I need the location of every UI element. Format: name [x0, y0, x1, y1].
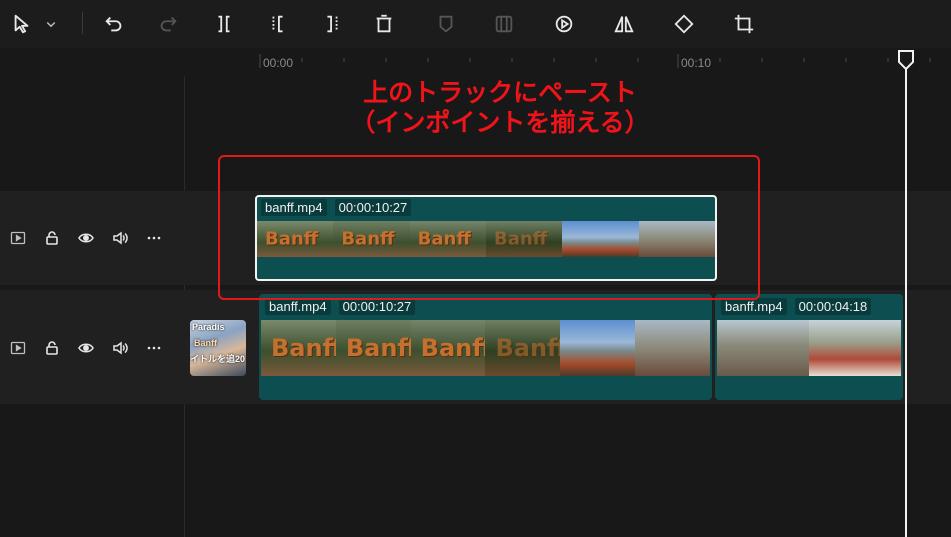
delete-icon[interactable] — [370, 10, 398, 38]
thumb-text-top: Paradis — [192, 322, 225, 332]
filmstrip-frame: Banff — [410, 320, 486, 376]
play-circle-icon[interactable] — [550, 10, 578, 38]
more-icon[interactable] — [146, 338, 180, 358]
clip-name: banff.mp4 — [721, 298, 787, 315]
mirror-icon[interactable] — [610, 10, 638, 38]
more-icon[interactable] — [146, 228, 180, 248]
upper-track-controls — [10, 228, 180, 248]
playhead-handle-icon[interactable] — [897, 50, 915, 70]
clip-filmstrip: Banff Banff Banff Banff — [261, 320, 710, 376]
filmstrip-frame — [560, 320, 636, 376]
split-right-icon[interactable] — [318, 10, 346, 38]
cursor-select-icon[interactable] — [8, 10, 36, 38]
lower-clip-banff-1[interactable]: banff.mp4 00:00:10:27 Banff Banff Banff … — [259, 294, 712, 400]
clip-name: banff.mp4 — [265, 298, 331, 315]
clip-duration: 00:00:10:27 — [338, 298, 416, 315]
timeline-toolbar — [0, 0, 951, 49]
annotation-box — [218, 155, 760, 300]
annotation-line-1: 上のトラックにペースト — [363, 78, 637, 107]
thumb-text-mid: Banff — [194, 338, 217, 348]
annotation-line-2: （インポイントを揃える） — [350, 108, 650, 137]
rotate-icon[interactable] — [670, 10, 698, 38]
filmstrip-frame: Banff — [335, 320, 411, 376]
speaker-icon[interactable] — [112, 228, 146, 248]
filmstrip-frame — [635, 320, 710, 376]
lower-track-controls — [10, 338, 180, 358]
ruler-label-0: 00:00 — [263, 56, 294, 70]
filmstrip-frame — [809, 320, 901, 376]
ruler-label-10: 00:10 — [681, 56, 712, 70]
split-left-icon[interactable] — [264, 10, 292, 38]
clip-duration: 00:00:04:18 — [794, 298, 872, 315]
clip-filmstrip — [717, 320, 901, 376]
filmstrip-frame — [717, 320, 809, 376]
filmstrip-frame: Banff — [261, 320, 336, 376]
freeze-frame-icon[interactable] — [490, 10, 518, 38]
chevron-down-icon[interactable] — [42, 10, 60, 38]
lock-icon[interactable] — [44, 338, 78, 358]
crop-icon[interactable] — [730, 10, 758, 38]
marker-icon[interactable] — [432, 10, 460, 38]
redo-icon[interactable] — [154, 10, 182, 38]
thumb-text-bottom: イトルを追20 — [190, 354, 246, 364]
toolbar-separator — [82, 12, 83, 34]
eye-icon[interactable] — [78, 228, 112, 248]
undo-icon[interactable] — [100, 10, 128, 38]
lock-icon[interactable] — [44, 228, 78, 248]
time-ruler[interactable] — [0, 48, 951, 76]
speaker-icon[interactable] — [112, 338, 146, 358]
filmstrip-frame: Banff — [485, 320, 561, 376]
split-icon[interactable] — [210, 10, 238, 38]
playhead-line[interactable] — [905, 58, 907, 537]
track-cover-thumbnail[interactable]: Paradis Banff イトルを追20 — [190, 320, 246, 376]
video-track-icon — [10, 228, 44, 248]
lower-clip-banff-2[interactable]: banff.mp4 00:00:04:18 — [715, 294, 903, 400]
eye-icon[interactable] — [78, 338, 112, 358]
ruler-ticks — [259, 54, 931, 68]
video-track-icon — [10, 338, 44, 358]
annotation-text: 上のトラックにペースト （インポイントを揃える） — [340, 78, 660, 138]
